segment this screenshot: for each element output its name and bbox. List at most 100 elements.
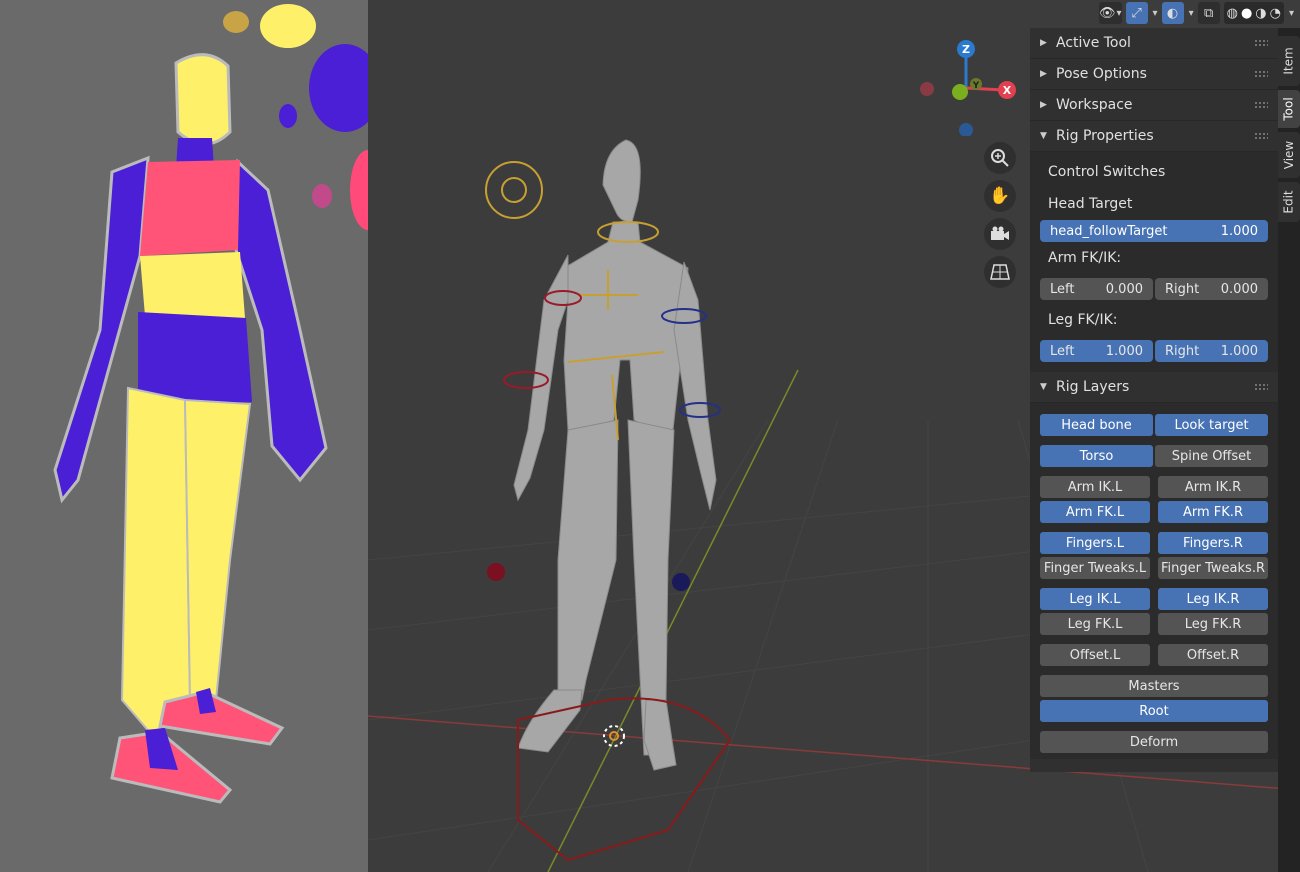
layer-offset-l-toggle[interactable]: Offset.L <box>1040 644 1150 666</box>
layer-leg-ik-l-toggle[interactable]: Leg IK.L <box>1040 588 1150 610</box>
chevron-down-icon[interactable]: ▾ <box>1289 8 1294 19</box>
rig-properties-body: Control Switches Head Target head_follow… <box>1030 152 1278 372</box>
collapsed-arrow-icon: ▶ <box>1040 38 1047 48</box>
navigation-gizmo[interactable]: Z X Y <box>908 36 1018 136</box>
hand-pan-icon[interactable]: ✋ <box>984 180 1016 212</box>
rig-layers-body: Head bone Look target Torso Spine Offset… <box>1030 403 1278 759</box>
layer-row: Torso Spine Offset <box>1040 445 1268 467</box>
camera-icon[interactable] <box>984 218 1016 250</box>
xray-icon[interactable]: ⧉ <box>1197 2 1220 24</box>
leg-fkik-right-slider[interactable]: Right 1.000 <box>1155 340 1268 362</box>
panel-rig-layers[interactable]: ▼ Rig Layers <box>1030 372 1278 403</box>
layer-leg-ik-r-toggle[interactable]: Leg IK.R <box>1158 588 1268 610</box>
painted-reference-image <box>0 0 368 872</box>
arm-fkik-left-slider[interactable]: Left 0.000 <box>1040 278 1153 300</box>
slider-value: 1.000 <box>1220 343 1258 359</box>
arm-fkik-label: Arm FK/IK: <box>1048 250 1122 266</box>
tab-view[interactable]: View <box>1278 132 1300 178</box>
panel-workspace[interactable]: ▶ Workspace <box>1030 90 1278 121</box>
layer-row: Arm IK.L Arm IK.R <box>1040 476 1268 498</box>
chevron-down-icon[interactable]: ▾ <box>1153 8 1158 19</box>
layer-masters-toggle[interactable]: Masters <box>1040 675 1268 697</box>
layer-fingers-l-toggle[interactable]: Fingers.L <box>1040 532 1150 554</box>
layer-arm-ik-l-toggle[interactable]: Arm IK.L <box>1040 476 1150 498</box>
layer-row: Finger Tweaks.L Finger Tweaks.R <box>1040 557 1268 579</box>
panel-title: Workspace <box>1056 97 1133 113</box>
material-shading-icon[interactable]: ◑ <box>1255 6 1266 21</box>
layer-torso-toggle[interactable]: Torso <box>1040 445 1153 467</box>
panel-title: Rig Layers <box>1056 379 1130 395</box>
head-target-label: Head Target <box>1048 196 1133 212</box>
drag-grip-icon[interactable] <box>1254 70 1268 78</box>
layer-row: Offset.L Offset.R <box>1040 644 1268 666</box>
layer-arm-fk-l-toggle[interactable]: Arm FK.L <box>1040 501 1150 523</box>
layer-leg-fk-l-toggle[interactable]: Leg FK.L <box>1040 613 1150 635</box>
expanded-arrow-icon: ▼ <box>1040 382 1047 392</box>
arm-fkik-right-slider[interactable]: Right 0.000 <box>1155 278 1268 300</box>
panel-pose-options[interactable]: ▶ Pose Options <box>1030 59 1278 90</box>
layer-look-target-toggle[interactable]: Look target <box>1155 414 1268 436</box>
chevron-down-icon[interactable]: ▾ <box>1189 8 1194 19</box>
layer-row: Leg IK.L Leg IK.R <box>1040 588 1268 610</box>
layer-row: Deform <box>1040 731 1268 753</box>
leg-fkik-label: Leg FK/IK: <box>1048 312 1118 328</box>
layer-root-toggle[interactable]: Root <box>1040 700 1268 722</box>
wireframe-shading-icon[interactable]: ◍ <box>1227 6 1238 21</box>
layer-row: Arm FK.L Arm FK.R <box>1040 501 1268 523</box>
layer-arm-ik-r-toggle[interactable]: Arm IK.R <box>1158 476 1268 498</box>
slider-label: head_followTarget <box>1050 223 1168 239</box>
visibility-icon[interactable]: 👁 ▾ <box>1098 2 1122 24</box>
shading-group: ◍ ● ◑ ◔ <box>1223 2 1284 24</box>
tab-tool[interactable]: Tool <box>1278 90 1300 128</box>
tab-label: Edit <box>1282 190 1296 214</box>
sidebar-tabs: Item Tool View Edit <box>1278 28 1300 872</box>
panel-active-tool[interactable]: ▶ Active Tool <box>1030 28 1278 59</box>
overlay-icon[interactable]: ◐ <box>1161 2 1184 24</box>
tab-label: View <box>1282 140 1297 170</box>
layer-spine-offset-toggle[interactable]: Spine Offset <box>1155 445 1268 467</box>
perspective-grid-icon[interactable] <box>984 256 1016 288</box>
leg-fkik-left-slider[interactable]: Left 1.000 <box>1040 340 1153 362</box>
panel-title: Pose Options <box>1056 66 1147 82</box>
head-follow-target-slider[interactable]: head_followTarget 1.000 <box>1040 220 1268 242</box>
slider-value: 0.000 <box>1105 281 1143 297</box>
tab-item[interactable]: Item <box>1278 36 1300 86</box>
slider-value: 0.000 <box>1220 281 1258 297</box>
layer-row: Root <box>1040 700 1268 722</box>
layer-leg-fk-r-toggle[interactable]: Leg FK.R <box>1158 613 1268 635</box>
layer-row: Fingers.L Fingers.R <box>1040 532 1268 554</box>
tab-label: Tool <box>1282 97 1296 121</box>
layer-row: Masters <box>1040 675 1268 697</box>
arm-fkik-row: Left 0.000 Right 0.000 <box>1040 278 1268 300</box>
drag-grip-icon[interactable] <box>1254 101 1268 109</box>
layer-row: Leg FK.L Leg FK.R <box>1040 613 1268 635</box>
gizmo-icon[interactable]: ⤢ <box>1125 2 1148 24</box>
rendered-shading-icon[interactable]: ◔ <box>1270 6 1281 21</box>
layer-arm-fk-r-toggle[interactable]: Arm FK.R <box>1158 501 1268 523</box>
layer-offset-r-toggle[interactable]: Offset.R <box>1158 644 1268 666</box>
slider-value: 1.000 <box>1220 223 1258 239</box>
slider-label: Left <box>1050 343 1075 359</box>
layer-deform-toggle[interactable]: Deform <box>1040 731 1268 753</box>
collapsed-arrow-icon: ▶ <box>1040 69 1047 79</box>
drag-grip-icon[interactable] <box>1254 383 1268 391</box>
expanded-arrow-icon: ▼ <box>1040 131 1047 141</box>
slider-label: Right <box>1165 343 1200 359</box>
panel-title: Active Tool <box>1056 35 1131 51</box>
layer-finger-tweaks-r-toggle[interactable]: Finger Tweaks.R <box>1158 557 1268 579</box>
collapsed-arrow-icon: ▶ <box>1040 100 1047 110</box>
panel-title: Rig Properties <box>1056 128 1154 144</box>
solid-shading-icon[interactable]: ● <box>1241 6 1252 21</box>
layer-head-bone-toggle[interactable]: Head bone <box>1040 414 1153 436</box>
gizmo-z-label: Z <box>962 43 970 56</box>
layer-finger-tweaks-l-toggle[interactable]: Finger Tweaks.L <box>1040 557 1150 579</box>
layer-fingers-r-toggle[interactable]: Fingers.R <box>1158 532 1268 554</box>
panel-rig-properties[interactable]: ▼ Rig Properties <box>1030 121 1278 152</box>
tab-edit[interactable]: Edit <box>1278 182 1300 222</box>
control-switches-label: Control Switches <box>1048 164 1166 180</box>
zoom-icon[interactable] <box>984 142 1016 174</box>
viewport-header: 👁 ▾ ⤢ ▾ ◐ ▾ ⧉ ◍ ● ◑ ◔ ▾ <box>1098 0 1300 26</box>
gizmo-x-label: X <box>1003 84 1012 97</box>
drag-grip-icon[interactable] <box>1254 132 1268 140</box>
drag-grip-icon[interactable] <box>1254 39 1268 47</box>
